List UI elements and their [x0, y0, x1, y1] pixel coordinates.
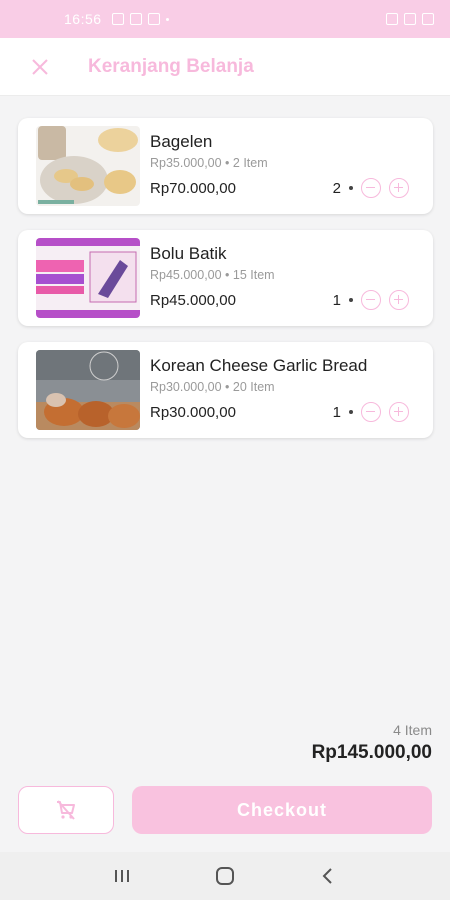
status-bar: 16:56: [0, 0, 450, 38]
product-name: Bolu Batik: [150, 244, 227, 263]
product-name: Korean Cheese Garlic Bread: [150, 356, 368, 375]
app-bar: Keranjang Belanja: [0, 38, 450, 96]
cart-item[interactable]: Korean Cheese Garlic Bread Rp30.000,00 •…: [18, 342, 433, 438]
product-price-qty: Rp30.000,00 • 20 Item: [150, 380, 275, 394]
recent-apps-button[interactable]: [102, 860, 142, 892]
battery-icon: [422, 13, 434, 25]
cart-item[interactable]: Bolu Batik Rp45.000,00 • 15 Item Rp45.00…: [18, 230, 433, 326]
status-time: 16:56: [64, 11, 102, 27]
quantity-stepper: 1: [333, 402, 409, 422]
quantity-stepper: 1: [333, 290, 409, 310]
drive-icon: [147, 13, 160, 25]
home-icon: [215, 867, 234, 885]
checkout-button[interactable]: Checkout: [132, 786, 432, 834]
home-button[interactable]: [205, 860, 245, 892]
separator-dot: [349, 186, 353, 190]
product-subtotal: Rp30.000,00: [150, 404, 236, 421]
quantity-stepper: 2: [333, 178, 409, 198]
product-subtotal: Rp45.000,00: [150, 292, 236, 309]
increase-quantity-button[interactable]: [389, 402, 409, 422]
page-title: Keranjang Belanja: [88, 55, 254, 77]
total-item-count: 4 Item: [393, 722, 432, 738]
cart-summary: 4 Item Rp145.000,00: [312, 722, 432, 764]
increase-quantity-button[interactable]: [389, 290, 409, 310]
instagram-icon: [129, 13, 142, 25]
more-dot-icon: [165, 17, 169, 21]
product-subtotal: Rp70.000,00: [150, 180, 236, 197]
close-icon: [32, 58, 48, 75]
close-button[interactable]: [20, 47, 60, 87]
product-image: [36, 238, 140, 318]
separator-dot: [349, 298, 353, 302]
remove-cart-icon: [57, 800, 75, 820]
back-button[interactable]: [308, 860, 348, 892]
product-image: [36, 126, 140, 206]
decrease-quantity-button[interactable]: [361, 290, 381, 310]
product-image: [36, 350, 140, 430]
grand-total: Rp145.000,00: [311, 742, 432, 763]
product-price-qty: Rp35.000,00 • 2 Item: [150, 156, 268, 170]
recent-apps-icon: [114, 870, 129, 882]
separator-dot: [349, 410, 353, 414]
product-name: Bagelen: [150, 132, 213, 151]
back-icon: [322, 868, 333, 884]
wifi-icon: [404, 13, 416, 25]
system-icons: [386, 13, 434, 25]
alarm-icon: [386, 13, 398, 25]
quantity-value: 1: [332, 403, 341, 421]
quantity-value: 1: [332, 291, 341, 309]
decrease-quantity-button[interactable]: [361, 402, 381, 422]
clear-cart-button[interactable]: [18, 786, 114, 834]
decrease-quantity-button[interactable]: [361, 178, 381, 198]
gallery-icon: [111, 13, 124, 25]
quantity-value: 2: [332, 179, 341, 197]
product-price-qty: Rp45.000,00 • 15 Item: [150, 268, 275, 282]
notification-icons: [111, 13, 169, 25]
system-nav-bar: [0, 852, 450, 900]
cart-item[interactable]: Bagelen Rp35.000,00 • 2 Item Rp70.000,00…: [18, 118, 433, 214]
increase-quantity-button[interactable]: [389, 178, 409, 198]
cart-list: Bagelen Rp35.000,00 • 2 Item Rp70.000,00…: [18, 118, 433, 454]
